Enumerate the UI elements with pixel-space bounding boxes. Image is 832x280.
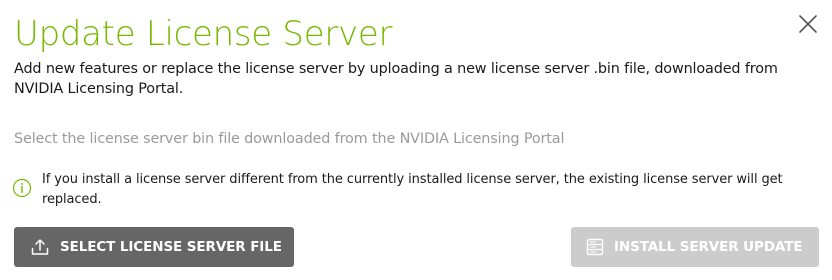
install-button-label: INSTALL SERVER UPDATE (614, 239, 803, 255)
dialog-title: Update License Server (14, 14, 393, 54)
upload-icon (30, 237, 50, 257)
update-license-server-dialog: Update License Server Add new features o… (0, 0, 832, 280)
close-button[interactable] (794, 10, 822, 38)
notice-text: If you install a license server differen… (42, 172, 783, 207)
server-icon (585, 237, 605, 257)
info-icon (12, 178, 32, 198)
select-file-button-label: SELECT LICENSE SERVER FILE (60, 239, 282, 255)
close-icon (799, 15, 817, 33)
dialog-description: Add new features or replace the license … (14, 61, 778, 97)
select-license-server-file-button[interactable]: SELECT LICENSE SERVER FILE (14, 227, 294, 267)
install-server-update-button[interactable]: INSTALL SERVER UPDATE (571, 227, 819, 267)
file-hint-text: Select the license server bin file downl… (14, 131, 565, 147)
